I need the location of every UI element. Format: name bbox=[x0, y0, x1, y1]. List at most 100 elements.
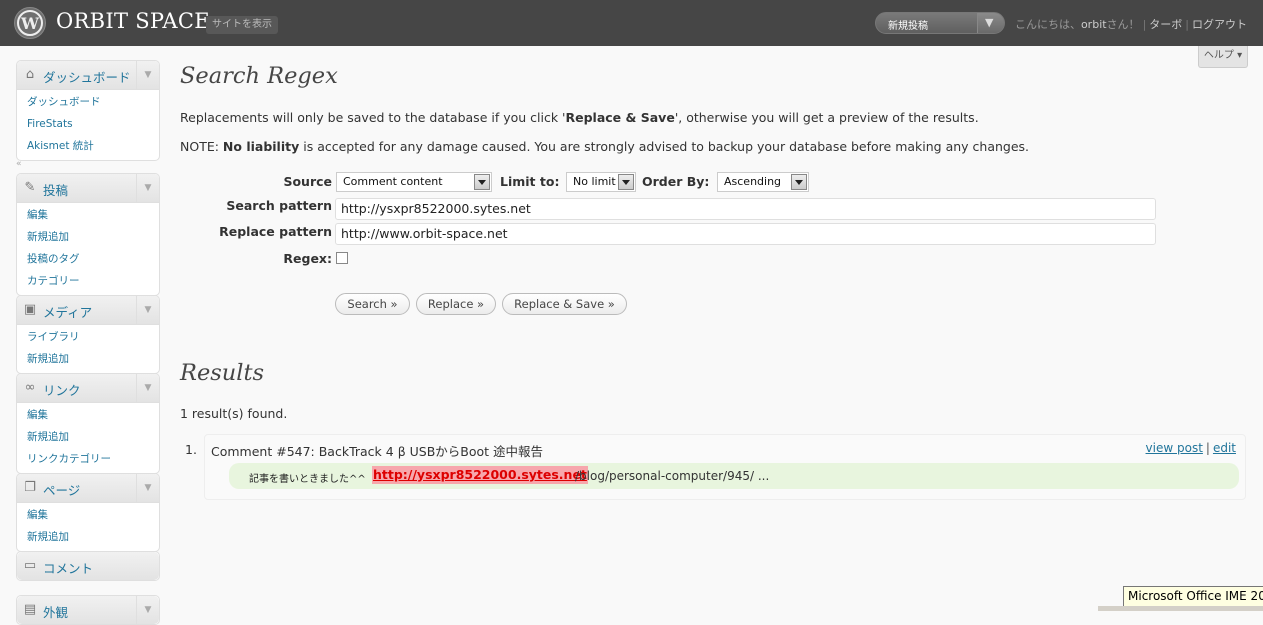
pin-icon: ✎ bbox=[24, 180, 36, 195]
note-text: is accepted for any damage caused. You a… bbox=[299, 139, 1030, 154]
menu-dashboard: ⌂ ダッシュボード ▼ ダッシュボード FireStats Akismet 統計 bbox=[16, 60, 160, 161]
view-post-link[interactable]: view post bbox=[1146, 441, 1203, 455]
order-select[interactable]: Ascending bbox=[717, 172, 809, 192]
user-info: こんにちは、orbitさん！ | ターボ | ログアウト bbox=[1015, 16, 1247, 32]
sidebar-item-pages-edit[interactable]: 編集 bbox=[17, 504, 159, 526]
note-text: ', otherwise you will get a preview of t… bbox=[674, 110, 979, 125]
dropdown-arrow-icon[interactable] bbox=[791, 174, 807, 190]
note-bold-text: No liability bbox=[222, 139, 300, 154]
menu-head-comments[interactable]: ▭ コメント bbox=[17, 552, 159, 580]
favorite-actions-dropdown[interactable]: 新規投稿 ▼ bbox=[875, 12, 1005, 34]
regex-label: Regex: bbox=[283, 251, 332, 266]
note-bold-text: Replace & Save bbox=[565, 110, 675, 125]
note-text: NOTE: bbox=[180, 139, 223, 154]
ime-toolbar[interactable] bbox=[1098, 606, 1263, 611]
greeting-prefix: こんにちは、 bbox=[1014, 18, 1081, 31]
regex-checkbox[interactable] bbox=[336, 252, 348, 264]
site-title[interactable]: ORBIT SPACE bbox=[56, 9, 210, 33]
view-site-button[interactable]: サイトを表示 bbox=[206, 16, 278, 34]
page-icon: ❐ bbox=[24, 480, 36, 495]
snippet-match-highlight[interactable]: http://ysxpr8522000.sytes.net bbox=[372, 466, 588, 484]
menu-toggle-arrow-icon[interactable]: ▼ bbox=[136, 474, 159, 502]
result-snippet[interactable]: 記事を書いときました^^ http://ysxpr8522000.sytes.n… bbox=[229, 463, 1239, 489]
limit-select[interactable]: No limit bbox=[566, 172, 636, 192]
replace-pattern-label: Replace pattern bbox=[219, 224, 332, 239]
sidebar-item-pages-new[interactable]: 新規追加 bbox=[17, 526, 159, 548]
favorite-actions-toggle[interactable]: ▼ bbox=[977, 13, 1004, 33]
help-tab-button[interactable]: ヘルプ ▾ bbox=[1198, 46, 1248, 68]
snippet-prefix: 記事を書いときました^^ bbox=[249, 474, 366, 485]
sidebar-item-post-tags[interactable]: 投稿のタグ bbox=[17, 248, 159, 270]
result-number: 1. bbox=[185, 442, 197, 457]
search-pattern-label: Search pattern bbox=[226, 198, 332, 213]
results-count: 1 result(s) found. bbox=[180, 406, 288, 421]
snippet-suffix: /blog/personal-computer/945/ ... bbox=[575, 469, 770, 483]
sidebar-item-categories[interactable]: カテゴリー bbox=[17, 270, 159, 292]
menu-separator[interactable]: « bbox=[16, 159, 160, 173]
liability-note: NOTE: No liability is accepted for any d… bbox=[180, 139, 1029, 154]
favorite-action-label[interactable]: 新規投稿 bbox=[888, 17, 928, 32]
menu-label-pages[interactable]: ページ bbox=[43, 480, 80, 499]
menu-head-appearance[interactable]: ▤ 外観 ▼ bbox=[17, 596, 159, 624]
source-select[interactable]: Comment content bbox=[336, 172, 492, 192]
sidebar-item-link-categories[interactable]: リンクカテゴリー bbox=[17, 448, 159, 470]
limit-label: Limit to: bbox=[500, 174, 560, 189]
menu-toggle-arrow-icon[interactable]: ▼ bbox=[136, 296, 159, 324]
menu-toggle-arrow-icon[interactable]: ▼ bbox=[136, 596, 159, 624]
turbo-link[interactable]: ターボ bbox=[1149, 18, 1182, 31]
menu-head-dashboard[interactable]: ⌂ ダッシュボード ▼ bbox=[17, 61, 159, 90]
replace-pattern-input[interactable]: http://www.orbit-space.net bbox=[335, 223, 1156, 245]
sidebar-item-media-new[interactable]: 新規追加 bbox=[17, 348, 159, 370]
chevron-down-icon: ▼ bbox=[985, 16, 994, 29]
logout-link[interactable]: ログアウト bbox=[1192, 18, 1247, 31]
wordpress-logo-icon[interactable]: W bbox=[14, 7, 46, 39]
sidebar-item-links-edit[interactable]: 編集 bbox=[17, 404, 159, 426]
menu-head-pages[interactable]: ❐ ページ ▼ bbox=[17, 474, 159, 503]
menu-label-posts[interactable]: 投稿 bbox=[43, 180, 68, 199]
home-icon: ⌂ bbox=[25, 67, 35, 82]
sidebar-item-dashboard[interactable]: ダッシュボード bbox=[17, 91, 159, 113]
menu-head-posts[interactable]: ✎ 投稿 ▼ bbox=[17, 174, 159, 203]
result-actions: view post | edit bbox=[1146, 441, 1236, 455]
link-icon: ∞ bbox=[24, 380, 36, 395]
menu-links: ∞ リンク ▼ 編集 新規追加 リンクカテゴリー bbox=[16, 373, 160, 474]
source-label: Source bbox=[283, 174, 332, 189]
replace-save-button[interactable]: Replace & Save » bbox=[502, 293, 627, 315]
menu-label-links[interactable]: リンク bbox=[43, 380, 81, 399]
sidebar-item-links-new[interactable]: 新規追加 bbox=[17, 426, 159, 448]
separator: | bbox=[1205, 441, 1210, 455]
menu-toggle-arrow-icon[interactable]: ▼ bbox=[136, 61, 159, 89]
result-item: Comment #547: BackTrack 4 β USBからBoot 途中… bbox=[204, 434, 1246, 500]
sidebar-item-posts-new[interactable]: 新規追加 bbox=[17, 226, 159, 248]
collapse-arrow-icon[interactable]: « bbox=[16, 159, 22, 169]
media-icon: ▣ bbox=[23, 302, 37, 317]
menu-head-links[interactable]: ∞ リンク ▼ bbox=[17, 374, 159, 403]
order-select-value: Ascending bbox=[724, 175, 782, 188]
comment-icon: ▭ bbox=[23, 558, 37, 573]
menu-toggle-arrow-icon[interactable]: ▼ bbox=[136, 174, 159, 202]
result-title: Comment #547: BackTrack 4 β USBからBoot 途中… bbox=[211, 444, 544, 459]
appearance-icon: ▤ bbox=[23, 602, 37, 617]
sidebar-item-akismet-stats[interactable]: Akismet 統計 bbox=[17, 135, 159, 157]
dropdown-arrow-icon[interactable] bbox=[618, 174, 634, 190]
menu-label-comments[interactable]: コメント bbox=[43, 558, 93, 577]
user-name-link[interactable]: orbit bbox=[1081, 18, 1107, 31]
separator: | bbox=[1185, 18, 1189, 31]
sidebar-item-firestats[interactable]: FireStats bbox=[17, 113, 159, 135]
admin-sidebar: ⌂ ダッシュボード ▼ ダッシュボード FireStats Akismet 統計… bbox=[16, 60, 160, 625]
replace-button[interactable]: Replace » bbox=[416, 293, 496, 315]
limit-select-value: No limit bbox=[573, 175, 616, 188]
sidebar-item-media-library[interactable]: ライブラリ bbox=[17, 326, 159, 348]
search-pattern-input[interactable]: http://ysxpr8522000.sytes.net bbox=[335, 198, 1156, 220]
edit-link[interactable]: edit bbox=[1213, 441, 1236, 455]
search-button[interactable]: Search » bbox=[335, 293, 410, 315]
menu-toggle-arrow-icon[interactable]: ▼ bbox=[136, 374, 159, 402]
menu-label-dashboard[interactable]: ダッシュボード bbox=[43, 67, 131, 86]
dropdown-arrow-icon[interactable] bbox=[474, 174, 490, 190]
menu-label-appearance[interactable]: 外観 bbox=[43, 602, 68, 621]
note-text: Replacements will only be saved to the d… bbox=[180, 110, 566, 125]
sidebar-item-posts-edit[interactable]: 編集 bbox=[17, 204, 159, 226]
menu-label-media[interactable]: メディア bbox=[43, 302, 92, 321]
svg-text:W: W bbox=[20, 14, 40, 33]
menu-head-media[interactable]: ▣ メディア ▼ bbox=[17, 296, 159, 325]
